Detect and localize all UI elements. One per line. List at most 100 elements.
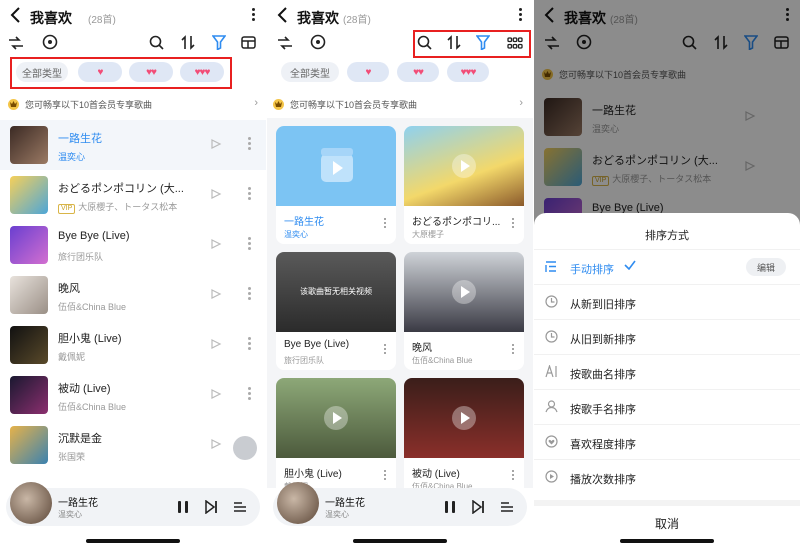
sort-option-manual[interactable]: 手动排序 编辑 [534, 249, 800, 284]
playlist-icon[interactable] [233, 500, 247, 514]
more-icon[interactable] [512, 218, 515, 230]
floating-assist-button[interactable] [233, 436, 257, 460]
player-cover [10, 482, 52, 524]
list-item[interactable]: Bye Bye (Live) 旅行团乐队 [0, 220, 266, 270]
album-cover [10, 126, 48, 164]
back-icon[interactable] [8, 6, 24, 24]
filter-icon[interactable] [212, 35, 226, 50]
heart-icon [545, 435, 558, 448]
sort-option-old-to-new[interactable]: 从旧到新排序 [534, 319, 800, 354]
list-item[interactable]: 被动 (Live) 伍佰&China Blue [0, 370, 266, 420]
more-icon[interactable] [512, 470, 515, 482]
album-cover [10, 176, 48, 214]
song-artist: 旅行团乐队 [58, 252, 104, 262]
sort-option-play-count[interactable]: 播放次数排序 [534, 459, 800, 494]
video-icon[interactable] [210, 138, 222, 150]
sort-sheet: 排序方式 手动排序 编辑 从新到旧排序 从旧到新排序 按歌曲名排序 按歌手名排序… [534, 213, 800, 549]
video-thumbnail [404, 252, 524, 332]
option-label: 播放次数排序 [570, 474, 636, 486]
home-indicator [353, 539, 447, 543]
mini-player[interactable]: 一路生花 温奕心 [6, 482, 260, 526]
mini-player[interactable]: 一路生花 温奕心 [273, 482, 527, 526]
card-title: 胆小鬼 (Live) [284, 469, 342, 480]
video-icon[interactable] [210, 338, 222, 350]
type-filter-chips: 全部类型 ♥ ♥♥ ♥♥♥ [267, 62, 533, 86]
video-icon[interactable] [210, 438, 222, 450]
more-icon[interactable] [248, 187, 251, 202]
chip-one-heart[interactable]: ♥ [347, 62, 389, 82]
more-icon[interactable] [512, 344, 515, 356]
search-icon[interactable] [149, 35, 164, 50]
option-label: 从新到旧排序 [570, 299, 636, 311]
video-icon[interactable] [210, 238, 222, 250]
shuffle-icon[interactable] [8, 36, 24, 50]
shuffle-icon[interactable] [277, 36, 293, 50]
player-artist: 温奕心 [325, 510, 349, 519]
album-cover [10, 276, 48, 314]
person-icon [545, 400, 558, 413]
option-label: 按歌曲名排序 [570, 369, 636, 381]
layout-toggle-icon[interactable] [241, 36, 256, 49]
play-all-icon[interactable] [42, 34, 58, 50]
next-icon[interactable] [471, 500, 485, 514]
more-icon[interactable] [384, 344, 387, 356]
more-icon[interactable] [248, 237, 251, 252]
song-title: 被动 (Live) [58, 383, 111, 395]
pause-icon[interactable] [443, 500, 457, 514]
more-icon[interactable] [384, 218, 387, 230]
home-indicator [620, 539, 714, 543]
toolbar [0, 32, 266, 56]
sort-icon[interactable] [181, 35, 195, 50]
grid-card[interactable]: 胆小鬼 (Live) 戴佩妮 [276, 378, 396, 496]
chip-all-types[interactable]: 全部类型 [281, 62, 339, 82]
more-icon[interactable] [248, 137, 251, 152]
next-icon[interactable] [204, 500, 218, 514]
grid-card[interactable]: 晚风 伍佰&China Blue [404, 252, 524, 370]
play-all-icon[interactable] [310, 34, 326, 50]
song-artist: 伍佰&China Blue [58, 302, 127, 312]
grid-view-panel: 我喜欢 (28首) 全部类型 ♥ ♥♥ ♥♥♥ 您可畅享以下10首会员专享歌曲 [267, 0, 533, 549]
chip-two-hearts[interactable]: ♥♥ [397, 62, 439, 82]
card-title: Bye Bye (Live) [284, 339, 350, 350]
edit-button[interactable]: 编辑 [746, 258, 786, 276]
vip-notice[interactable]: 您可畅享以下10首会员专享歌曲 › [8, 96, 258, 112]
back-icon[interactable] [275, 6, 291, 24]
list-item[interactable]: 沉默是金 张国荣 [0, 420, 266, 470]
grid-card[interactable]: 一路生花 温奕心 [276, 126, 396, 244]
album-cover [10, 226, 48, 264]
vip-notice[interactable]: 您可畅享以下10首会员专享歌曲 › [273, 96, 523, 112]
video-icon[interactable] [210, 188, 222, 200]
sort-option-new-to-old[interactable]: 从新到旧排序 [534, 284, 800, 319]
chevron-right-icon: › [254, 97, 258, 109]
more-icon[interactable] [248, 287, 251, 302]
sort-option-song-name[interactable]: 按歌曲名排序 [534, 354, 800, 389]
more-icon[interactable] [248, 387, 251, 402]
list-item[interactable]: おどるポンポコリン (大... VIP 大原櫻子、トータス松本 [0, 170, 266, 220]
list-item[interactable]: 晚风 伍佰&China Blue [0, 270, 266, 320]
video-icon[interactable] [210, 388, 222, 400]
list-item[interactable]: 胆小鬼 (Live) 戴佩妮 [0, 320, 266, 370]
more-icon[interactable] [248, 337, 251, 352]
more-icon[interactable] [252, 8, 256, 22]
grid-card[interactable]: おどるポンポコリ... 大原櫻子 [404, 126, 524, 244]
grid-card[interactable]: 该歌曲暂无相关视频 Bye Bye (Live) 旅行团乐队 [276, 252, 396, 370]
more-icon[interactable] [519, 8, 523, 22]
pause-icon[interactable] [176, 500, 190, 514]
chip-three-hearts[interactable]: ♥♥♥ [447, 62, 489, 82]
vip-badge: VIP [58, 204, 76, 214]
player-artist: 温奕心 [58, 510, 82, 519]
home-indicator [86, 539, 180, 543]
sort-option-artist-name[interactable]: 按歌手名排序 [534, 389, 800, 424]
list-item[interactable]: 一路生花 温奕心 [0, 120, 266, 170]
video-icon[interactable] [210, 288, 222, 300]
song-title: 沉默是金 [58, 433, 102, 445]
cancel-button[interactable]: 取消 [534, 500, 800, 536]
card-title: 一路生花 [284, 217, 324, 228]
sort-option-like-level[interactable]: 喜欢程度排序 [534, 424, 800, 459]
grid-card[interactable]: 被动 (Live) 伍佰&China Blue [404, 378, 524, 496]
header: 我喜欢 (28首) [0, 0, 266, 32]
song-artist: 张国荣 [58, 452, 86, 462]
more-icon[interactable] [384, 470, 387, 482]
no-video-text: 该歌曲暂无相关视频 [300, 287, 372, 296]
playlist-icon[interactable] [500, 500, 514, 514]
